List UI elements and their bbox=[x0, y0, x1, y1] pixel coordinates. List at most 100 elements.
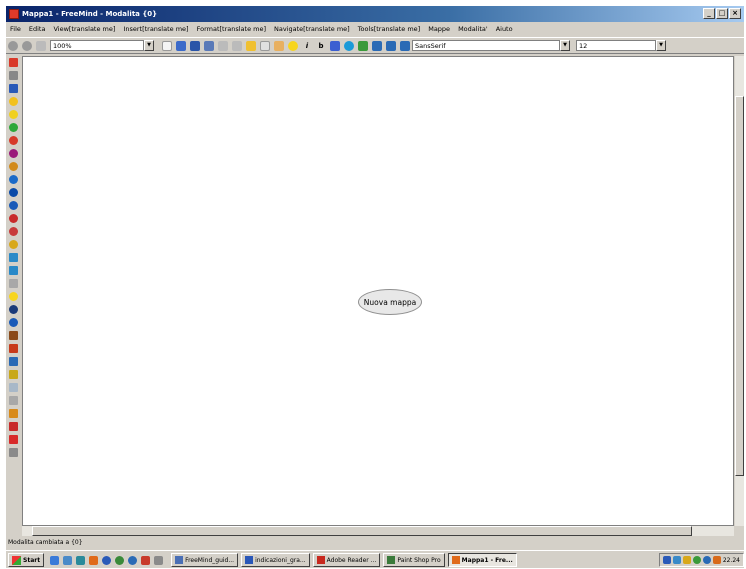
font-size-field[interactable]: 12 bbox=[576, 40, 656, 51]
quicklaunch-misc-icon[interactable] bbox=[154, 555, 164, 565]
quicklaunch-clock-icon[interactable] bbox=[102, 555, 112, 565]
quicklaunch-media-icon[interactable] bbox=[115, 555, 125, 565]
ball-icon[interactable] bbox=[9, 318, 18, 327]
font-dropdown-arrow[interactable]: ▼ bbox=[560, 40, 570, 51]
menu-insert[interactable]: Insert[translate me] bbox=[119, 25, 192, 33]
print-icon[interactable] bbox=[36, 40, 46, 51]
tray-app-icon[interactable] bbox=[712, 556, 721, 564]
priority-6-icon[interactable] bbox=[9, 214, 18, 223]
telephone-icon[interactable] bbox=[9, 357, 18, 366]
remove-last-icon[interactable] bbox=[9, 58, 18, 67]
vertical-scrollbar[interactable] bbox=[735, 56, 744, 526]
warning-icon[interactable] bbox=[9, 97, 18, 106]
open-icon[interactable] bbox=[176, 40, 186, 51]
save-as-icon[interactable] bbox=[204, 40, 214, 51]
add-child-icon[interactable] bbox=[358, 40, 368, 51]
maximize-button[interactable]: □ bbox=[716, 8, 728, 19]
quicklaunch-ie-icon[interactable] bbox=[50, 555, 60, 565]
taskbar-button-freemind-guide[interactable]: FreeMind_guid... bbox=[171, 553, 239, 567]
cut-icon[interactable] bbox=[246, 40, 256, 51]
back-icon[interactable] bbox=[8, 40, 18, 51]
quicklaunch-game-icon[interactable] bbox=[141, 555, 151, 565]
quicklaunch-mail-icon[interactable] bbox=[76, 555, 86, 565]
male-icon[interactable] bbox=[9, 370, 18, 379]
network-icon[interactable] bbox=[662, 556, 671, 564]
remove-all-icons-icon[interactable] bbox=[9, 71, 18, 80]
question-icon[interactable] bbox=[9, 84, 18, 93]
priority-1-icon[interactable] bbox=[9, 149, 18, 158]
priority-5-icon[interactable] bbox=[9, 201, 18, 210]
taskbar-button-indicazioni[interactable]: indicazioni_gra... bbox=[241, 553, 310, 567]
smiley-icon[interactable] bbox=[9, 292, 18, 301]
bomb-icon[interactable] bbox=[9, 305, 18, 314]
taskbar-button-paint-shop-pro[interactable]: Paint Shop Pro bbox=[383, 553, 445, 567]
mail-icon[interactable] bbox=[9, 396, 18, 405]
node-color-icon[interactable] bbox=[330, 40, 340, 51]
flag-red-icon[interactable] bbox=[9, 435, 18, 444]
remove-icon[interactable] bbox=[372, 40, 382, 51]
menu-navigate[interactable]: Navigate[translate me] bbox=[270, 25, 354, 33]
horizontal-scrollbar[interactable] bbox=[22, 526, 734, 536]
minimize-button[interactable]: _ bbox=[703, 8, 715, 19]
zoom-field[interactable]: 100% bbox=[50, 40, 144, 51]
menu-help[interactable]: Aiuto bbox=[492, 25, 517, 33]
security-icon[interactable] bbox=[682, 556, 691, 564]
clock[interactable]: 22.24 bbox=[723, 557, 740, 564]
bulb-icon[interactable] bbox=[288, 40, 298, 51]
new-map-icon[interactable] bbox=[162, 40, 172, 51]
priority-3-icon[interactable] bbox=[9, 175, 18, 184]
close-button[interactable]: × bbox=[729, 8, 741, 19]
priority-7-icon[interactable] bbox=[9, 227, 18, 236]
menu-modes[interactable]: Modalita' bbox=[454, 25, 492, 33]
idea-icon[interactable] bbox=[9, 110, 18, 119]
attach-icon[interactable] bbox=[9, 279, 18, 288]
forward-arrow-icon[interactable] bbox=[9, 266, 18, 275]
quicklaunch-desktop-icon[interactable] bbox=[63, 555, 73, 565]
bold-icon[interactable]: b bbox=[316, 41, 326, 51]
sync-icon[interactable] bbox=[702, 556, 711, 564]
menu-file[interactable]: File bbox=[6, 25, 25, 33]
vertical-scroll-thumb[interactable] bbox=[735, 96, 744, 476]
menu-maps[interactable]: Mappe bbox=[424, 25, 454, 33]
quicklaunch-app-icon[interactable] bbox=[89, 555, 99, 565]
home-icon[interactable] bbox=[9, 344, 18, 353]
collapse-icon[interactable] bbox=[400, 40, 410, 51]
priority-8-icon[interactable] bbox=[9, 240, 18, 249]
ok-icon[interactable] bbox=[9, 123, 18, 132]
quicklaunch-explorer-icon[interactable] bbox=[128, 555, 138, 565]
taskbar-button-freemind[interactable]: Mappa1 - Fre... bbox=[447, 553, 517, 567]
undo-icon[interactable] bbox=[218, 40, 228, 51]
copy-icon[interactable] bbox=[260, 40, 270, 51]
priority-4-icon[interactable] bbox=[9, 188, 18, 197]
start-button[interactable]: Start bbox=[8, 553, 45, 567]
priority-2-icon[interactable] bbox=[9, 162, 18, 171]
cloud-icon[interactable] bbox=[344, 40, 354, 51]
update-icon[interactable] bbox=[692, 556, 701, 564]
menu-edit[interactable]: Edita bbox=[25, 25, 50, 33]
tool-icon[interactable] bbox=[9, 331, 18, 340]
back-arrow-icon[interactable] bbox=[9, 253, 18, 262]
group-icon[interactable] bbox=[9, 383, 18, 392]
save-icon[interactable] bbox=[190, 40, 200, 51]
redo-icon[interactable] bbox=[232, 40, 242, 51]
title-bar[interactable]: Mappa1 - FreeMind - Modalita {0} _ □ × bbox=[6, 6, 744, 22]
paste-icon[interactable] bbox=[274, 40, 284, 51]
menu-tools[interactable]: Tools[translate me] bbox=[354, 25, 425, 33]
taskbar-button-adobe-reader[interactable]: Adobe Reader ... bbox=[312, 553, 381, 567]
not-ok-icon[interactable] bbox=[9, 136, 18, 145]
menu-format[interactable]: Format[translate me] bbox=[193, 25, 270, 33]
pen-icon[interactable] bbox=[9, 422, 18, 431]
edit-icon[interactable] bbox=[9, 448, 18, 457]
menu-view[interactable]: View[translate me] bbox=[49, 25, 119, 33]
horizontal-scroll-thumb[interactable] bbox=[32, 526, 692, 536]
forward-icon[interactable] bbox=[22, 40, 32, 51]
font-family-field[interactable]: SansSerif bbox=[412, 40, 560, 51]
flag-icon[interactable] bbox=[9, 409, 18, 418]
root-node[interactable]: Nuova mappa bbox=[358, 289, 422, 315]
mindmap-canvas[interactable]: Nuova mappa bbox=[22, 56, 734, 526]
expand-icon[interactable] bbox=[386, 40, 396, 51]
volume-icon[interactable] bbox=[672, 556, 681, 564]
zoom-dropdown-arrow[interactable]: ▼ bbox=[144, 40, 154, 51]
italic-icon[interactable]: i bbox=[302, 41, 312, 51]
size-dropdown-arrow[interactable]: ▼ bbox=[656, 40, 666, 51]
